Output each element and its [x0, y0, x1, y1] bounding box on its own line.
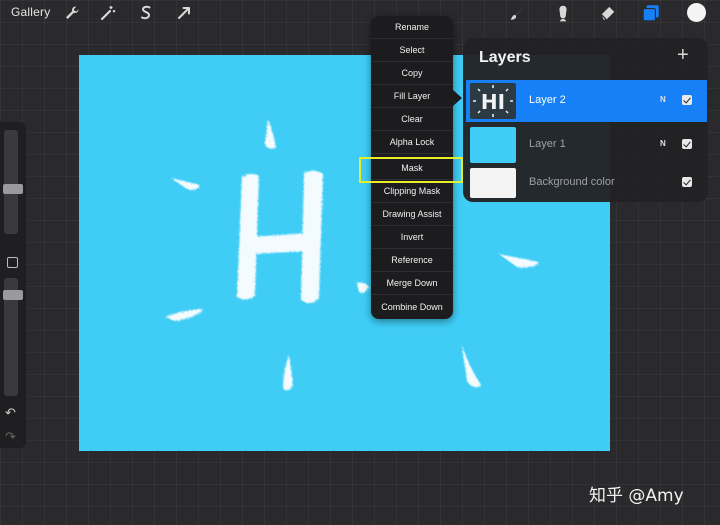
thumbnail-text: HI	[481, 90, 505, 114]
menu-item-reference[interactable]: Reference	[371, 249, 453, 272]
menu-item-select[interactable]: Select	[371, 39, 453, 62]
sparkle-stroke	[357, 282, 369, 293]
visibility-checkbox[interactable]	[682, 139, 692, 149]
visibility-checkbox[interactable]	[682, 177, 692, 187]
modify-button[interactable]	[7, 257, 18, 268]
sparkle-stroke	[265, 119, 276, 149]
visibility-checkbox[interactable]	[682, 95, 692, 105]
layer-name: Layer 2	[529, 94, 566, 106]
menu-pointer-arrow	[453, 90, 462, 106]
menu-item-clear[interactable]: Clear	[371, 108, 453, 131]
menu-item-invert[interactable]: Invert	[371, 226, 453, 249]
redo-icon[interactable]: ↷	[5, 429, 16, 445]
watermark-text: 知乎 @Amy	[589, 486, 684, 506]
magic-wand-icon[interactable]	[98, 3, 118, 23]
menu-item-alpha-lock[interactable]: Alpha Lock	[371, 131, 453, 154]
smudge-icon[interactable]	[553, 3, 573, 23]
brush-size-slider-thumb[interactable]	[3, 184, 23, 194]
eraser-icon[interactable]	[597, 3, 617, 23]
sparkle-stroke	[165, 309, 203, 321]
layers-panel: Layers + HI Layer 2 N Layer 1 N Backgrou…	[463, 38, 708, 202]
layer-row-layer-1[interactable]: Layer 1 N	[466, 124, 707, 166]
sparkle-stroke	[462, 345, 481, 388]
left-sidebar: ↶ ↷	[0, 122, 26, 448]
brush-size-slider[interactable]	[3, 130, 23, 234]
add-layer-button[interactable]: +	[677, 44, 689, 67]
menu-item-combine-down[interactable]: Combine Down	[371, 295, 453, 318]
layer-thumbnail: HI	[470, 83, 516, 119]
gallery-button[interactable]: Gallery	[11, 5, 50, 19]
layer-row-background-color[interactable]: Background color	[466, 162, 707, 204]
menu-item-drawing-assist[interactable]: Drawing Assist	[371, 203, 453, 226]
color-picker-swatch[interactable]	[687, 3, 706, 22]
brush-icon[interactable]	[508, 3, 528, 23]
layer-name: Layer 1	[529, 138, 566, 150]
blend-mode-button[interactable]: N	[660, 95, 666, 104]
sparkle-stroke	[499, 254, 539, 268]
opacity-slider-thumb[interactable]	[3, 290, 23, 300]
menu-item-merge-down[interactable]: Merge Down	[371, 272, 453, 295]
wrench-icon[interactable]	[62, 3, 82, 23]
blend-mode-button[interactable]: N	[660, 139, 666, 148]
transform-arrow-icon[interactable]	[174, 3, 194, 23]
layer-row-layer-2[interactable]: HI Layer 2 N	[466, 80, 707, 122]
layers-icon[interactable]	[641, 3, 661, 23]
layer-name: Background color	[529, 176, 615, 188]
sparkle-stroke	[171, 178, 200, 190]
mask-highlight-box	[359, 157, 463, 183]
top-toolbar: Gallery	[0, 0, 720, 26]
opacity-slider[interactable]	[3, 278, 23, 396]
menu-item-rename[interactable]: Rename	[371, 16, 453, 39]
letter-h-drawing	[237, 170, 323, 304]
undo-icon[interactable]: ↶	[5, 405, 16, 421]
layers-panel-title: Layers	[479, 49, 531, 66]
selection-icon[interactable]	[136, 3, 156, 23]
sparkle-stroke	[283, 355, 293, 391]
menu-item-copy[interactable]: Copy	[371, 62, 453, 85]
layer-thumbnail	[470, 168, 516, 198]
menu-item-fill-layer[interactable]: Fill Layer	[371, 85, 453, 108]
layer-thumbnail	[470, 127, 516, 163]
menu-item-clipping-mask[interactable]: Clipping Mask	[371, 180, 453, 203]
